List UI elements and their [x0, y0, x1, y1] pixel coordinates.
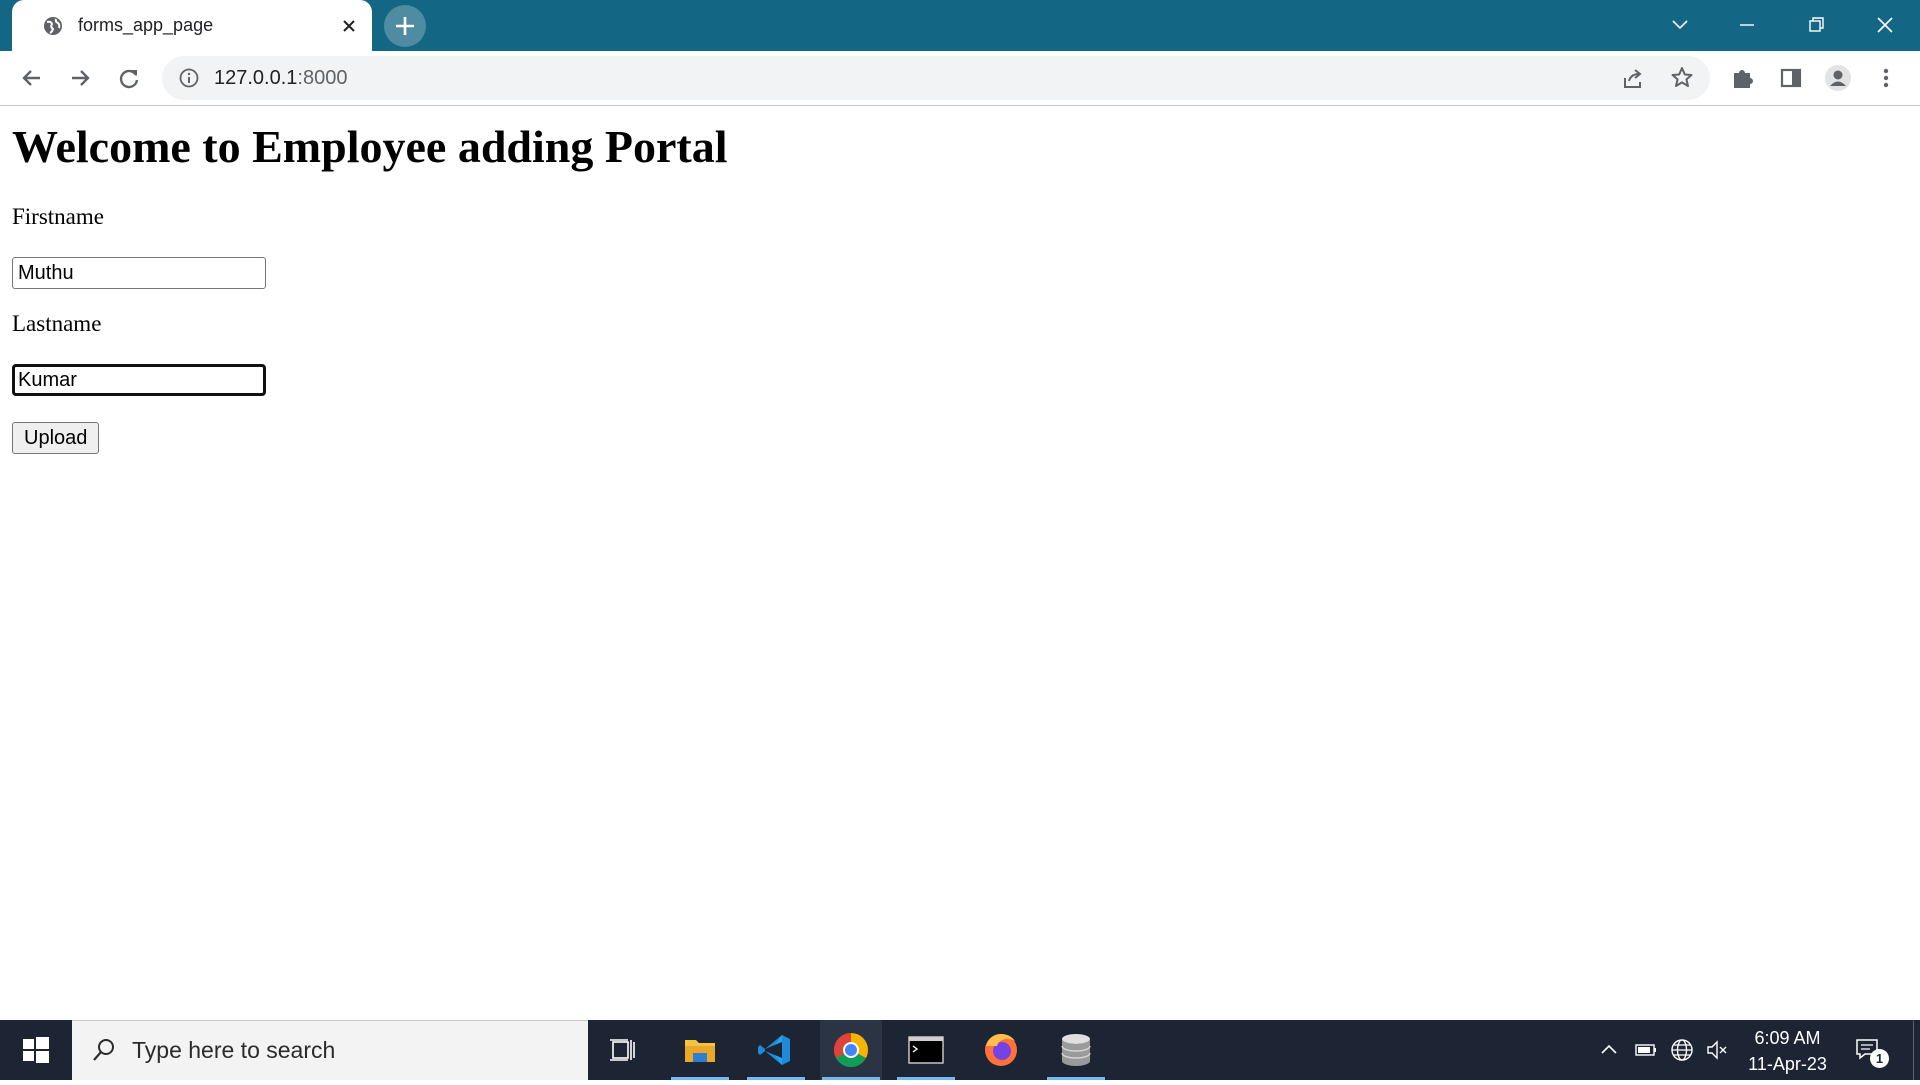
vscode-icon: [758, 1035, 790, 1065]
extensions-puzzle-icon[interactable]: [1727, 62, 1759, 94]
back-arrow-icon[interactable]: [16, 62, 48, 94]
notification-count-badge: 1: [1870, 1049, 1889, 1068]
site-info-icon[interactable]: [178, 67, 200, 89]
lastname-label: Lastname: [12, 311, 102, 336]
folder-icon: [685, 1040, 715, 1062]
taskbar-database-app[interactable]: [1045, 1020, 1107, 1080]
taskbar-chrome[interactable]: [820, 1020, 882, 1080]
taskbar-firefox[interactable]: [970, 1020, 1032, 1080]
tab-title: forms_app_page: [78, 15, 214, 35]
taskbar: Type here to search 6:09 AM 11-Apr-23 1: [0, 1020, 1920, 1080]
plus-icon: [396, 17, 414, 35]
address-bar[interactable]: 127.0.0.1:8000: [162, 56, 1710, 100]
database-icon: [1061, 1034, 1091, 1066]
menu-kebab-icon[interactable]: [1870, 62, 1902, 94]
terminal-icon: [908, 1036, 944, 1064]
start-button[interactable]: [0, 1020, 72, 1080]
page-title: Welcome to Employee adding Portal: [12, 121, 728, 172]
lastname-input[interactable]: [12, 364, 266, 396]
url-text: 127.0.0.1:8000: [214, 67, 347, 90]
firstname-label: Firstname: [12, 204, 104, 229]
new-tab-button[interactable]: [384, 5, 426, 47]
volume-muted-icon[interactable]: [1704, 1037, 1730, 1063]
clock[interactable]: 6:09 AM 11-Apr-23: [1740, 1025, 1835, 1077]
close-window-icon[interactable]: [1870, 10, 1900, 40]
globe-icon: [44, 17, 62, 35]
browser-tab[interactable]: forms_app_page: [12, 0, 372, 51]
firefox-icon: [985, 1034, 1017, 1066]
taskbar-search-box[interactable]: Type here to search: [72, 1020, 588, 1080]
reload-icon[interactable]: [113, 62, 145, 94]
profile-avatar-icon[interactable]: [1822, 62, 1854, 94]
browser-tab-strip: forms_app_page: [0, 0, 1920, 51]
taskbar-file-explorer[interactable]: [669, 1020, 731, 1080]
taskbar-terminal[interactable]: [895, 1020, 957, 1080]
task-view-icon: [610, 1039, 635, 1061]
chrome-icon: [834, 1033, 868, 1067]
task-view-button[interactable]: [593, 1020, 655, 1080]
minimize-icon[interactable]: [1732, 10, 1762, 40]
page-content: Welcome to Employee adding Portal Firstn…: [0, 106, 1920, 1020]
url-host: 127.0.0.1: [214, 67, 298, 89]
side-panel-icon[interactable]: [1775, 62, 1807, 94]
bookmark-star-icon[interactable]: [1669, 65, 1695, 91]
taskbar-vscode[interactable]: [745, 1020, 807, 1080]
show-hidden-icons-chevron-icon[interactable]: [1596, 1037, 1622, 1063]
firstname-input[interactable]: [12, 257, 266, 289]
url-port: :8000: [297, 67, 348, 89]
windows-logo-icon: [23, 1037, 49, 1063]
show-desktop-button[interactable]: [1913, 1020, 1920, 1080]
share-icon[interactable]: [1620, 66, 1646, 92]
search-placeholder: Type here to search: [132, 1037, 336, 1063]
browser-toolbar: 127.0.0.1:8000: [0, 51, 1920, 106]
clock-date: 11-Apr-23: [1748, 1054, 1827, 1074]
search-icon: [93, 1039, 114, 1061]
forward-arrow-icon[interactable]: [64, 62, 96, 94]
network-globe-icon[interactable]: [1669, 1037, 1695, 1063]
close-tab-icon[interactable]: [338, 15, 360, 37]
battery-icon[interactable]: [1633, 1037, 1659, 1063]
upload-button[interactable]: Upload: [12, 422, 100, 454]
clock-time: 6:09 AM: [1754, 1028, 1821, 1048]
tab-search-chevron-icon[interactable]: [1665, 10, 1695, 40]
restore-icon[interactable]: [1801, 10, 1831, 40]
action-center-button[interactable]: 1: [1851, 1034, 1889, 1068]
